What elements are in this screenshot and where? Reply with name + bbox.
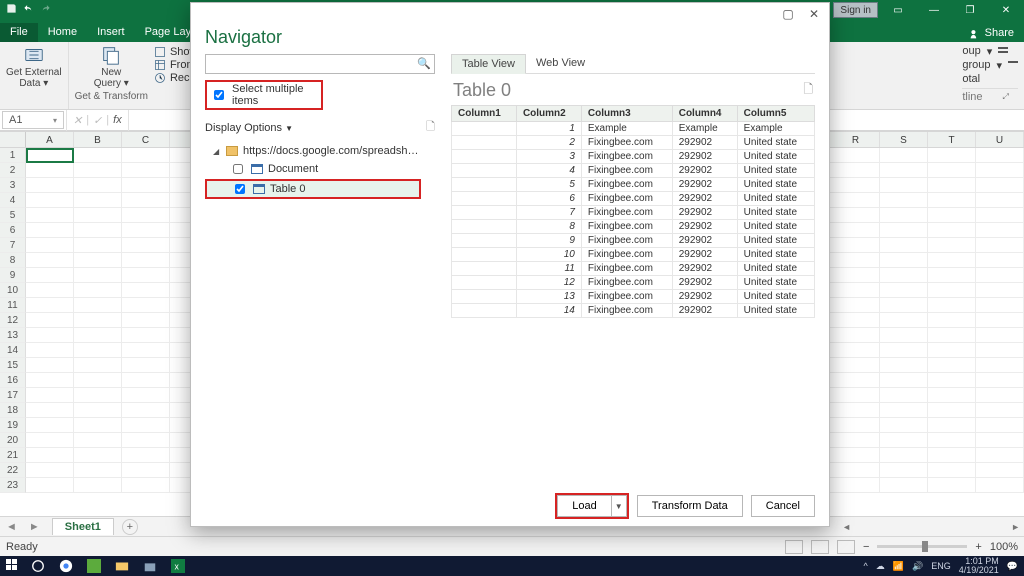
refresh-tree-icon[interactable]: 🗋 <box>426 118 435 137</box>
table-icon <box>253 184 265 194</box>
tree-item-table0[interactable]: Table 0 <box>205 179 421 199</box>
load-dropdown-icon[interactable]: ▼ <box>611 495 627 517</box>
tab-web-view[interactable]: Web View <box>526 54 595 73</box>
tree-item-document[interactable]: Document <box>205 159 441 179</box>
dialog-maximize-icon[interactable]: ▢ <box>775 7 801 21</box>
select-multiple-checkbox[interactable]: Select multiple items <box>205 80 323 110</box>
dialog-title: Navigator <box>191 25 829 54</box>
table-icon <box>251 164 263 174</box>
dialog-close-icon[interactable]: ✕ <box>801 7 827 21</box>
load-button[interactable]: Load ▼ <box>555 493 628 519</box>
tree-root-url[interactable]: ◢ https://docs.google.com/spreadsheets/d… <box>205 143 441 159</box>
search-icon[interactable]: 🔍 <box>417 57 431 70</box>
preview-table: Column1Column2Column3Column4Column5 1Exa… <box>451 105 815 318</box>
folder-icon <box>226 146 238 156</box>
navigator-dialog-backdrop: ▢ ✕ Navigator 🔍 Select multiple items Di… <box>0 0 1024 576</box>
navigator-dialog: ▢ ✕ Navigator 🔍 Select multiple items Di… <box>190 2 830 527</box>
preview-refresh-icon[interactable]: 🗋 <box>803 80 813 101</box>
cancel-button[interactable]: Cancel <box>751 495 815 517</box>
display-options-dropdown[interactable]: Display Options ▼ <box>205 122 293 134</box>
tab-table-view[interactable]: Table View <box>451 54 526 74</box>
preview-title: Table 0 <box>453 80 803 101</box>
navigator-search-input[interactable] <box>205 54 435 74</box>
transform-data-button[interactable]: Transform Data <box>637 495 743 517</box>
